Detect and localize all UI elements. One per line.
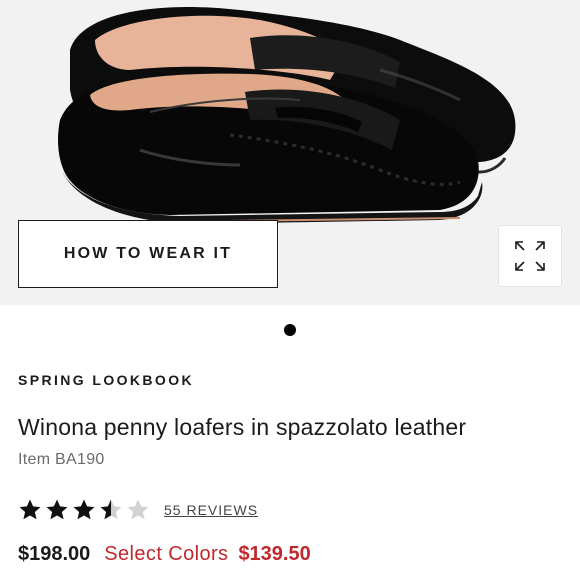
star-full-icon [73, 499, 95, 520]
select-colors-link[interactable]: Select Colors [104, 543, 228, 566]
product-title: Winona penny loafers in spazzolato leath… [18, 414, 467, 440]
expand-image-button[interactable] [498, 225, 562, 287]
item-code: Item BA190 [18, 451, 105, 468]
star-rating [18, 498, 150, 522]
carousel-dot-active[interactable] [284, 324, 296, 336]
star-empty-icon [127, 499, 149, 520]
star-full-icon [19, 499, 41, 520]
collection-label: SPRING LOOKBOOK [18, 372, 195, 388]
expand-icon [515, 241, 545, 271]
how-to-wear-it-button[interactable]: HOW TO WEAR IT [18, 220, 278, 288]
how-to-wear-it-label: HOW TO WEAR IT [63, 245, 233, 262]
price-row: $198.00 Select Colors $139.50 [18, 543, 311, 566]
star-full-icon [46, 499, 68, 520]
reviews-link[interactable]: 55 REVIEWS [164, 502, 258, 518]
star-half-icon [100, 499, 122, 520]
product-image-area: HOW TO WEAR IT [0, 0, 580, 305]
rating-row: 55 REVIEWS [18, 498, 258, 522]
sale-price: $139.50 [238, 543, 311, 565]
original-price: $198.00 [18, 543, 91, 565]
